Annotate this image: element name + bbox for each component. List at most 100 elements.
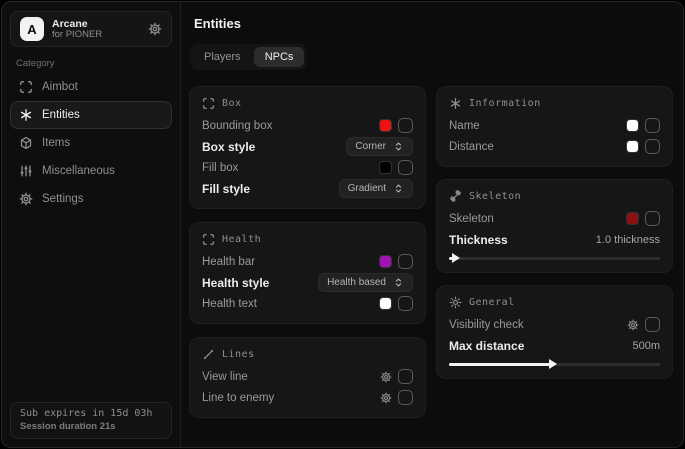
app-window: A Arcane for PIONER Category Aimbot Enti… bbox=[1, 1, 684, 448]
thickness-value: 1.0 thickness bbox=[596, 234, 660, 246]
checkbox[interactable] bbox=[645, 317, 660, 332]
right-column: Information Name Distance Skeleton bbox=[436, 86, 673, 379]
setting-label: Fill style bbox=[202, 182, 250, 196]
setting-row: Skeleton bbox=[449, 208, 660, 229]
health-style-dropdown[interactable]: Health based bbox=[318, 273, 413, 292]
sidebar-item-miscellaneous[interactable]: Miscellaneous bbox=[10, 157, 172, 185]
setting-row: Fill box bbox=[202, 157, 413, 178]
setting-label: Distance bbox=[449, 141, 494, 153]
setting-label: Name bbox=[449, 120, 480, 132]
sliders-icon bbox=[19, 164, 33, 178]
checkbox[interactable] bbox=[398, 296, 413, 311]
checkbox[interactable] bbox=[398, 369, 413, 384]
setting-row: Visibility check bbox=[449, 314, 660, 335]
tab-bar: Players NPCs bbox=[190, 44, 307, 70]
view-line-settings-gear-icon[interactable] bbox=[380, 371, 392, 383]
sidebar-nav: Aimbot Entities Items Miscellaneous Sett… bbox=[10, 73, 172, 213]
page-title: Entities bbox=[194, 16, 241, 31]
setting-label: Line to enemy bbox=[202, 392, 274, 404]
color-swatch[interactable] bbox=[379, 119, 392, 132]
session-duration-text: Session duration 21s bbox=[20, 421, 162, 432]
color-swatch[interactable] bbox=[626, 212, 639, 225]
skeleton-card: Skeleton Skeleton Thickness 1.0 thicknes… bbox=[436, 179, 673, 273]
subscription-info-card: Sub expires in 15d 03h Session duration … bbox=[10, 402, 172, 439]
sun-icon bbox=[449, 296, 462, 309]
line-icon bbox=[202, 348, 215, 361]
dropdown-value: Gradient bbox=[348, 183, 386, 194]
information-card: Information Name Distance bbox=[436, 86, 673, 167]
card-title: Lines bbox=[222, 349, 255, 360]
scan-icon bbox=[202, 233, 215, 246]
setting-label: Box style bbox=[202, 140, 255, 154]
checkbox[interactable] bbox=[398, 390, 413, 405]
slider-track[interactable] bbox=[449, 257, 660, 260]
card-title: Health bbox=[222, 234, 261, 245]
setting-label: Visibility check bbox=[449, 319, 524, 331]
setting-label: Max distance bbox=[449, 339, 524, 353]
max-distance-value: 500m bbox=[632, 340, 660, 352]
color-swatch[interactable] bbox=[379, 255, 392, 268]
sidebar-item-label: Aimbot bbox=[42, 81, 78, 93]
box-card: Box Bounding box Box style Corner Fill b… bbox=[189, 86, 426, 209]
setting-label: Skeleton bbox=[449, 213, 494, 225]
setting-label: Health bar bbox=[202, 256, 255, 268]
line-to-enemy-settings-gear-icon[interactable] bbox=[380, 392, 392, 404]
setting-label: Health style bbox=[202, 276, 269, 290]
dropdown-value: Corner bbox=[355, 141, 386, 152]
category-label: Category bbox=[16, 58, 55, 69]
checkbox[interactable] bbox=[398, 118, 413, 133]
checkbox[interactable] bbox=[398, 254, 413, 269]
max-distance-slider[interactable] bbox=[449, 359, 660, 369]
card-title: Skeleton bbox=[469, 191, 521, 202]
setting-row: View line bbox=[202, 366, 413, 387]
sub-expires-text: Sub expires in 15d 03h bbox=[20, 408, 162, 419]
sidebar-item-label: Items bbox=[42, 137, 70, 149]
asterisk-icon bbox=[449, 97, 462, 110]
sidebar-item-aimbot[interactable]: Aimbot bbox=[10, 73, 172, 101]
setting-label: Fill box bbox=[202, 162, 238, 174]
color-swatch[interactable] bbox=[379, 161, 392, 174]
setting-label: Bounding box bbox=[202, 120, 272, 132]
checkbox[interactable] bbox=[645, 211, 660, 226]
card-title: General bbox=[469, 297, 515, 308]
color-swatch[interactable] bbox=[379, 297, 392, 310]
setting-row: Box style Corner bbox=[202, 136, 413, 157]
tab-npcs[interactable]: NPCs bbox=[254, 47, 305, 67]
header-gear-icon[interactable] bbox=[148, 22, 162, 36]
card-title: Box bbox=[222, 98, 242, 109]
app-header-card: A Arcane for PIONER bbox=[10, 11, 172, 47]
entities-icon bbox=[19, 108, 33, 122]
setting-label: View line bbox=[202, 371, 248, 383]
color-swatch[interactable] bbox=[626, 140, 639, 153]
dropdown-value: Health based bbox=[327, 277, 386, 288]
setting-row: Distance bbox=[449, 136, 660, 157]
app-subtitle: for PIONER bbox=[52, 30, 140, 41]
tab-players[interactable]: Players bbox=[193, 47, 252, 67]
general-card: General Visibility check Max distance 50… bbox=[436, 285, 673, 379]
color-swatch[interactable] bbox=[626, 119, 639, 132]
setting-row: Health text bbox=[202, 293, 413, 314]
sidebar-item-entities[interactable]: Entities bbox=[10, 101, 172, 129]
sidebar-item-settings[interactable]: Settings bbox=[10, 185, 172, 213]
setting-row: Health bar bbox=[202, 251, 413, 272]
setting-row: Bounding box bbox=[202, 115, 413, 136]
sidebar-item-label: Miscellaneous bbox=[42, 165, 115, 177]
crosshair-icon bbox=[19, 80, 33, 94]
setting-label: Thickness bbox=[449, 233, 508, 247]
lines-card: Lines View line Line to enemy bbox=[189, 337, 426, 418]
checkbox[interactable] bbox=[645, 118, 660, 133]
checkbox[interactable] bbox=[645, 139, 660, 154]
setting-row: Health style Health based bbox=[202, 272, 413, 293]
sidebar-item-items[interactable]: Items bbox=[10, 129, 172, 157]
setting-row: Line to enemy bbox=[202, 387, 413, 408]
fill-style-dropdown[interactable]: Gradient bbox=[339, 179, 413, 198]
setting-label: Health text bbox=[202, 298, 257, 310]
setting-row: Thickness 1.0 thickness bbox=[449, 229, 660, 250]
box-style-dropdown[interactable]: Corner bbox=[346, 137, 413, 156]
slider-handle[interactable] bbox=[452, 253, 460, 263]
sidebar: A Arcane for PIONER Category Aimbot Enti… bbox=[2, 2, 181, 447]
visibility-settings-gear-icon[interactable] bbox=[627, 319, 639, 331]
thickness-slider[interactable] bbox=[449, 253, 660, 263]
slider-handle[interactable] bbox=[549, 359, 557, 369]
checkbox[interactable] bbox=[398, 160, 413, 175]
